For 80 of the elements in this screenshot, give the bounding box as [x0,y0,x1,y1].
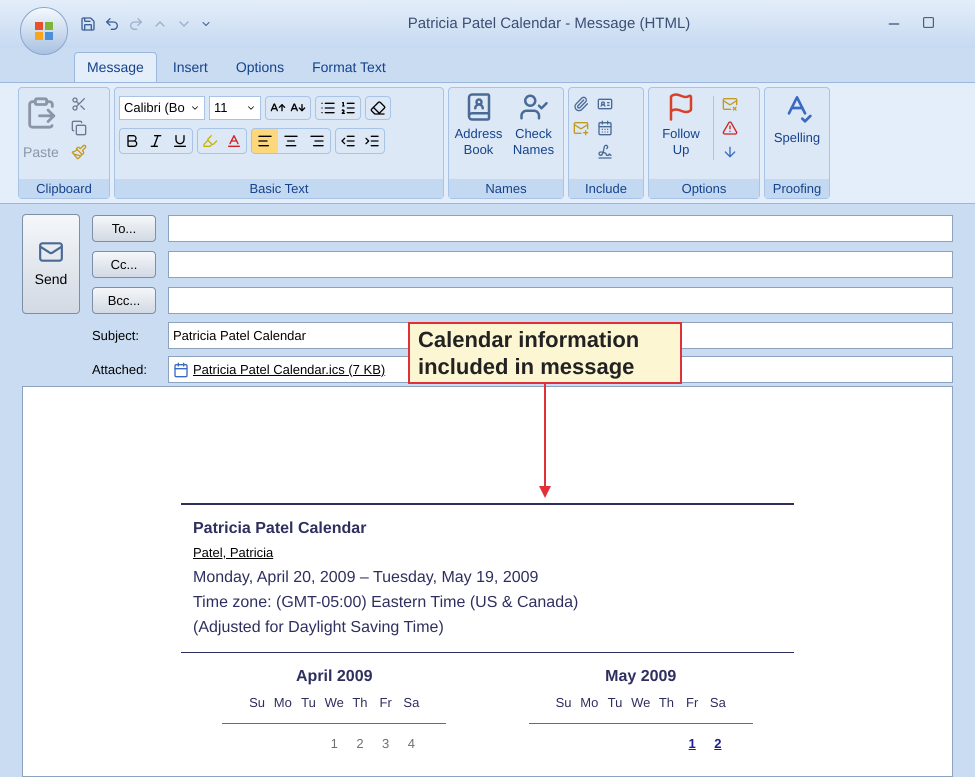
owner-link[interactable]: Patel, Patricia [193,545,274,560]
font-field[interactable]: Calibri (Bo [119,96,205,120]
ribbon-tab[interactable]: Options [224,53,296,82]
ribbon-tab[interactable]: Format Text [300,53,398,82]
numbering-icon[interactable] [340,100,356,116]
decrease-indent-icon[interactable] [340,133,356,149]
weekday-label: Sa [402,694,420,712]
undo-icon[interactable] [104,16,120,32]
ribbon-tab[interactable]: Message [74,52,157,82]
weekday-label: Fr [685,694,700,712]
group-label: Include [584,180,628,198]
save-icon[interactable] [80,16,96,32]
ribbon-button[interactable]: Check Names [508,92,559,158]
group-label: Clipboard [35,180,93,198]
align-icon [257,133,273,149]
cut-icon[interactable] [70,96,87,112]
underline-icon[interactable] [172,133,188,149]
calendar-day[interactable]: 1 [679,734,706,753]
calendar-info: Time zone: (GMT-05:00) Eastern Time (US & Canada) [192,593,580,613]
clear-formatting-icon[interactable] [370,100,386,116]
ribbon-tab[interactable]: Insert [160,53,220,82]
month-title: May 2009 [605,667,676,687]
address-field[interactable] [168,251,953,278]
weekday-label: Tu [300,694,317,712]
increase-indent-icon[interactable] [364,133,380,149]
weekday-label: Mo [579,694,600,712]
italic-icon[interactable] [148,133,164,149]
weekday-label: Th [658,694,676,712]
weekday-label: Sa [708,694,727,712]
calendar-info: (Adjusted for Daylight Saving Time) [192,618,445,638]
maximize-icon[interactable] [922,16,935,29]
bullets-icon[interactable] [320,100,336,116]
field-label: Attached: [92,360,148,379]
address-button[interactable]: Cc... [92,251,156,278]
align-icon [283,133,299,149]
month-title: April 2009 [296,667,372,687]
paperclip-icon[interactable] [573,96,589,112]
address-field[interactable] [168,215,953,242]
calendar-icon[interactable] [597,120,613,136]
align-button[interactable] [252,129,278,153]
calendar-info: Monday, April 20, 2009 – Tuesday, May 19, 2009 [192,568,540,588]
weekday-label: We [630,694,652,712]
calendar-day: 4 [398,734,424,753]
calendar-icon [173,362,189,378]
calendar-day: 2 [347,734,373,753]
group-label: Basic Text [248,180,310,198]
address-button[interactable]: Bcc... [92,287,156,314]
follow-up-button[interactable]: Follow Up [653,92,709,158]
attachment-link[interactable]: Patricia Patel Calendar.ics (7 KB) [193,360,386,380]
signature-icon[interactable] [597,144,613,160]
font-size-field[interactable]: 11 [209,96,261,120]
group-label: Names [484,180,528,198]
down-arrow-icon[interactable] [722,144,738,160]
calendar-day: 1 [321,734,348,753]
address-field[interactable] [168,287,953,314]
office-button[interactable] [20,7,68,55]
calendar-day[interactable]: 2 [705,734,731,753]
copy-icon[interactable] [70,120,87,136]
weekday-label: Th [351,694,369,712]
group-label: Options [680,180,728,198]
callout-tooltip: Calendar information included in message [408,322,682,384]
calendar-title: Patricia Patel Calendar [192,519,368,539]
spelling-button[interactable]: Spelling [769,92,825,148]
group-label: Proofing [772,180,822,198]
font-color-icon[interactable] [226,133,242,149]
window-title: Patricia Patel Calendar - Message (HTML) [406,14,692,34]
field-label: Subject: [92,326,140,345]
ribbon-button[interactable]: Address Book [453,92,504,158]
weekday-label: We [324,694,345,712]
send-button[interactable]: Send [22,214,80,314]
address-button[interactable]: To... [92,215,156,242]
weekday-label: Su [554,694,573,712]
weekday-label: Su [248,694,266,712]
person-check-icon [518,92,548,122]
calendar-day: 3 [372,734,399,753]
weekday-label: Fr [378,694,393,712]
weekday-label: Tu [606,694,624,712]
weekday-label: Mo [272,694,293,712]
align-icon [309,133,325,149]
business-card-icon[interactable] [597,96,613,112]
